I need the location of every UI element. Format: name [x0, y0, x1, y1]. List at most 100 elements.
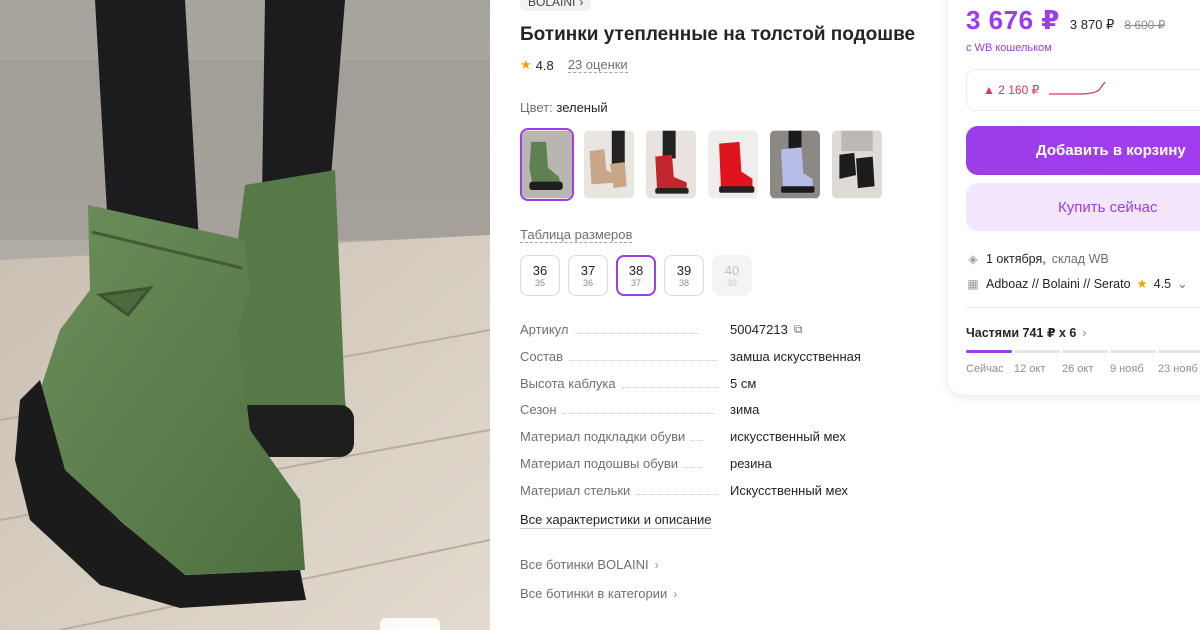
spec-row: Высота каблука 5 см: [520, 376, 930, 403]
product-title: Ботинки утепленные на толстой подошве: [520, 24, 916, 45]
warehouse: склад WB: [1051, 252, 1109, 266]
size-eu: 39: [726, 277, 737, 288]
spec-value: 50047213 ⧉: [730, 322, 802, 337]
size-option[interactable]: 37 36: [568, 255, 608, 296]
installment-segment: [1014, 350, 1060, 353]
price-card: 3 676 ₽ 3 870 ₽ 8 600 ₽ с WB кошельком ▲…: [948, 0, 1200, 395]
size-ru: 39: [676, 262, 692, 278]
swatch-beige[interactable]: [582, 128, 636, 201]
spec-leader: [691, 440, 704, 442]
spec-key: Материал подкладки обуви: [520, 429, 686, 445]
spec-value: замша искусственная: [730, 348, 861, 364]
spec-row: Материал подошвы обуви резина: [520, 456, 930, 483]
price-without-wallet: 3 870 ₽: [1069, 17, 1115, 32]
color-swatches: [520, 128, 884, 201]
installment-segment: [1158, 350, 1200, 353]
seller-info[interactable]: ▦ Adboaz // Bolaini // Serato ★ 4.5 ⌄: [966, 276, 1188, 292]
size-option[interactable]: 39 38: [664, 255, 704, 296]
specs-table: Артикул 50047213 ⧉ Состав замша искусств…: [520, 322, 930, 510]
spec-leader: [574, 333, 700, 334]
installments-label: Частями 741 ₽ х 6: [966, 326, 1077, 340]
chevron-right-icon: ›: [1082, 325, 1087, 340]
spec-row: Артикул 50047213 ⧉: [520, 322, 930, 349]
size-option[interactable]: 36 35: [520, 255, 560, 296]
installment-date: 26 окт: [1062, 363, 1094, 375]
star-icon: ★: [520, 57, 532, 72]
spec-leader: [569, 359, 718, 361]
star-icon: ★: [1136, 277, 1148, 291]
installments-link[interactable]: Частями 741 ₽ х 6 ›: [966, 325, 1087, 341]
rating: ★ 4.8 23 оценки: [520, 57, 628, 73]
size-eu: 36: [582, 277, 593, 288]
size-eu: 38: [678, 277, 689, 288]
spec-leader: [636, 493, 719, 495]
chevron-right-icon: ›: [579, 0, 584, 9]
product-photo[interactable]: [0, 0, 490, 630]
spec-value: резина: [730, 455, 772, 471]
delivery-info: ◈ 1 октября, склад WB: [966, 252, 1109, 266]
installment-date: 12 окт: [1014, 363, 1046, 375]
color-value: зеленый: [556, 100, 608, 115]
swatch-green[interactable]: [520, 128, 574, 201]
spec-key: Материал стельки: [520, 482, 631, 498]
chevron-down-icon: ⌄: [1177, 277, 1188, 291]
category-boots-label: Все ботинки в категории: [520, 586, 668, 601]
delivery-date: 1 октября,: [986, 252, 1046, 266]
spec-value: 5 см: [730, 375, 757, 391]
size-ru: 37: [580, 262, 596, 278]
size-ru: 36: [532, 262, 548, 278]
chevron-right-icon: ›: [673, 586, 678, 601]
box-icon: ◈: [968, 252, 978, 266]
size-table-link[interactable]: Таблица размеров: [520, 227, 633, 243]
brand-name: BOLAINI: [528, 0, 576, 9]
installment-date: 23 нояб: [1158, 363, 1198, 375]
all-characteristics-link[interactable]: Все характеристики и описание: [520, 512, 712, 529]
installment-segment: [1110, 350, 1156, 353]
spec-key: Сезон: [520, 402, 557, 418]
color-label: Цвет: зеленый: [520, 100, 608, 115]
price-current: 3 676 ₽: [966, 5, 1060, 35]
spec-key: Артикул: [520, 322, 569, 337]
size-ru: 38: [628, 262, 644, 278]
size-eu: 35: [534, 277, 545, 288]
brand-boots-link[interactable]: Все ботинки BOLAINI ›: [520, 557, 659, 572]
size-option-selected[interactable]: 38 37: [616, 255, 656, 296]
size-selector: 36 35 37 36 38 37 39 38 40 39: [520, 255, 752, 296]
spec-row: Материал подкладки обуви искусственный м…: [520, 429, 930, 456]
rating-value: 4.8: [535, 57, 554, 73]
swatch-lavender[interactable]: [768, 128, 822, 201]
spec-value: искусственный мех: [730, 429, 846, 445]
spec-row: Материал стельки Искусственный мех: [520, 483, 930, 510]
add-to-cart-button[interactable]: Добавить в корзину: [966, 126, 1200, 175]
spec-key: Материал подошвы обуви: [520, 455, 679, 471]
chevron-right-icon: ›: [654, 557, 659, 572]
swatch-red-1[interactable]: [644, 128, 698, 201]
installment-progress: [966, 350, 1200, 353]
buy-now-button[interactable]: Купить сейчас: [966, 183, 1200, 231]
spec-value: Искусственный мех: [730, 482, 848, 498]
spec-row: Сезон зима: [520, 402, 930, 429]
shop-icon: ▦: [967, 276, 979, 291]
copy-icon[interactable]: ⧉: [794, 322, 803, 337]
seller-rating: 4.5: [1153, 276, 1172, 291]
price-history[interactable]: ▲ 2 160 ₽: [966, 69, 1200, 111]
spec-value: зима: [730, 402, 760, 418]
price-row: 3 676 ₽ 3 870 ₽ 8 600 ₽: [966, 5, 1165, 36]
wallet-label: с WB кошельком: [966, 42, 1052, 54]
swatch-black[interactable]: [830, 128, 884, 201]
seller-name: Adboaz // Bolaini // Serato: [986, 276, 1131, 291]
brand-link[interactable]: BOLAINI ›: [520, 0, 592, 11]
spec-key: Состав: [520, 348, 564, 364]
installment-segment-paid: [966, 350, 1012, 353]
swatch-red-2[interactable]: [706, 128, 760, 201]
reviews-link[interactable]: 23 оценки: [567, 57, 628, 73]
article-number: 50047213: [730, 322, 788, 337]
price-old: 8 600 ₽: [1124, 18, 1166, 32]
price-history-sparkline: [1049, 81, 1106, 95]
category-boots-link[interactable]: Все ботинки в категории ›: [520, 586, 677, 601]
size-option-disabled: 40 39: [712, 255, 752, 296]
spec-key: Высота каблука: [520, 375, 616, 391]
installment-segment: [1062, 350, 1108, 353]
installment-dates: Сейчас 12 окт 26 окт 9 нояб 23 нояб: [966, 363, 1200, 375]
product-info: BOLAINI › Ботинки утепленные на толстой …: [520, 0, 930, 630]
